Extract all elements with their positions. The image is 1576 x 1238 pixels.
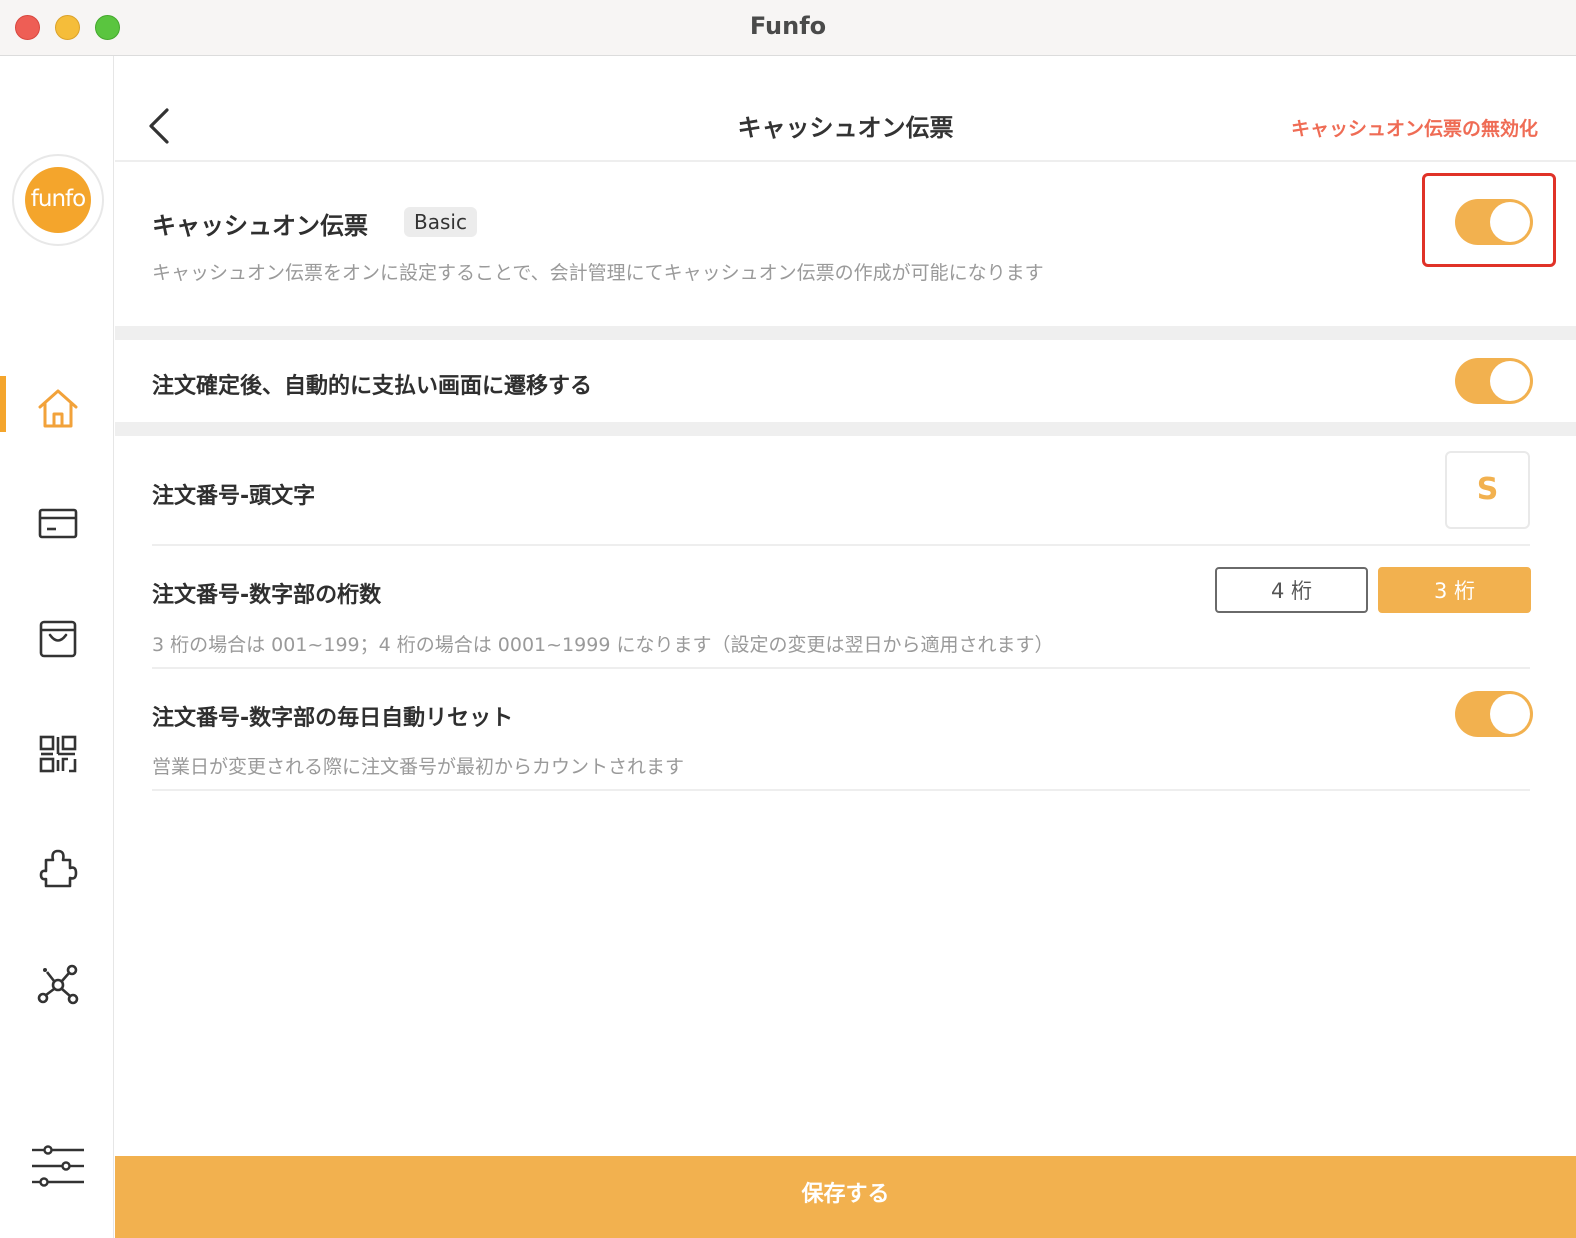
save-button[interactable]: 保存する xyxy=(115,1156,1576,1238)
toggle-knob xyxy=(1490,361,1530,401)
sidebar-item-orders[interactable] xyxy=(0,606,113,666)
sidebar-item-network[interactable] xyxy=(0,951,113,1011)
cash-on-description: キャッシュオン伝票をオンに設定することで、会計管理にてキャッシュオン伝票の作成が… xyxy=(152,262,1044,284)
order-digits-title: 注文番号-数字部の桁数 xyxy=(152,583,382,608)
section-separator xyxy=(115,326,1576,340)
cash-on-section xyxy=(115,162,1576,326)
divider xyxy=(152,544,1530,546)
auto-payment-title: 注文確定後、自動的に支払い画面に遷移する xyxy=(152,374,593,399)
cash-on-title: キャッシュオン伝票 xyxy=(152,212,368,240)
bag-icon xyxy=(39,620,77,658)
home-icon xyxy=(38,389,78,428)
order-prefix-input[interactable]: S xyxy=(1445,451,1530,529)
sidebar-item-plugins[interactable] xyxy=(0,836,113,896)
window-titlebar: Funfo xyxy=(0,0,1576,56)
toggle-knob xyxy=(1490,694,1530,734)
disable-cash-on-link[interactable]: キャッシュオン伝票の無効化 xyxy=(1291,114,1538,141)
order-prefix-title: 注文番号-頭文字 xyxy=(152,484,316,509)
sidebar-item-settings[interactable] xyxy=(0,1136,113,1196)
divider xyxy=(152,667,1530,669)
order-digits-description: 3 桁の場合は 001~199；4 桁の場合は 0001~1999 になります（… xyxy=(152,634,1054,656)
divider xyxy=(152,789,1530,791)
highlight-annotation xyxy=(1422,173,1556,267)
window-title: Funfo xyxy=(749,12,827,40)
sidebar-item-home[interactable] xyxy=(0,376,113,436)
digits-3-button[interactable]: 3 桁 xyxy=(1378,567,1531,613)
sidebar-item-card[interactable] xyxy=(0,491,113,551)
active-indicator xyxy=(0,376,6,432)
daily-reset-description: 営業日が変更される際に注文番号が最初からカウントされます xyxy=(152,756,685,778)
logo-text: funfo xyxy=(25,167,91,233)
daily-reset-title: 注文番号-数字部の毎日自動リセット xyxy=(152,706,514,731)
page-header: キャッシュオン伝票 キャッシュオン伝票の無効化 xyxy=(115,56,1576,162)
card-icon xyxy=(38,508,78,539)
section-separator xyxy=(115,422,1576,436)
plan-badge: Basic xyxy=(404,207,477,237)
qr-code-icon xyxy=(39,735,77,773)
sidebar: funfo xyxy=(0,56,114,1238)
daily-reset-toggle[interactable] xyxy=(1455,691,1533,737)
sidebar-item-qr[interactable] xyxy=(0,721,113,781)
sliders-icon xyxy=(32,1145,84,1187)
puzzle-icon xyxy=(39,849,78,888)
logo[interactable]: funfo xyxy=(12,154,104,246)
digits-4-button[interactable]: 4 桁 xyxy=(1215,567,1368,613)
auto-payment-toggle[interactable] xyxy=(1455,358,1533,404)
network-icon xyxy=(37,964,79,1005)
